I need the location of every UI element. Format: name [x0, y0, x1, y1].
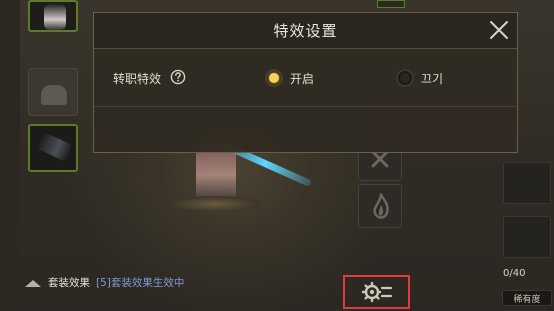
weapon-item-icon	[37, 132, 73, 162]
flame-icon	[373, 193, 389, 219]
equipment-slot-top-right[interactable]	[377, 0, 405, 8]
effect-settings-button[interactable]	[343, 275, 410, 309]
radio-dot	[269, 73, 279, 83]
skill-slot-2[interactable]	[358, 184, 402, 228]
radio-button-checked[interactable]	[265, 69, 283, 87]
inventory-slot[interactable]	[503, 216, 551, 258]
radio-button-unchecked[interactable]	[396, 69, 414, 87]
radio-dot	[400, 73, 410, 83]
left-edge-strip	[0, 0, 20, 311]
set-effect-description: [5]套装效果生效中	[96, 277, 185, 289]
setting-row-job-effect: 转职特效 开启 끄기	[94, 49, 517, 107]
effect-settings-dialog: 特效设置 转职特效 开启 끄기	[93, 12, 518, 153]
costume-item-icon	[44, 4, 66, 30]
inventory-slot[interactable]	[503, 162, 551, 204]
empty-slot-icon	[41, 85, 67, 105]
equipment-slot-empty[interactable]	[28, 68, 78, 116]
gear-icon	[361, 281, 392, 303]
question-circle-icon[interactable]	[170, 69, 186, 85]
set-effect-title: 套装效果	[48, 277, 90, 289]
dialog-title: 特效设置	[273, 22, 338, 40]
radio-label-off: 끄기	[421, 71, 444, 86]
inventory-count: 0/40	[503, 268, 526, 279]
radio-label-on: 开启	[290, 71, 315, 86]
dialog-header: 特效设置	[94, 13, 517, 49]
rarity-sort-button[interactable]: 稀有度	[502, 290, 552, 306]
set-effect-bar[interactable]: 套装效果 [5]套装效果生效中	[24, 275, 184, 290]
equipment-slot-costume[interactable]	[28, 0, 78, 32]
close-icon[interactable]	[488, 19, 510, 41]
equipment-slot-weapon[interactable]	[28, 124, 78, 172]
radio-option-off[interactable]: 끄기	[396, 69, 443, 87]
chevron-up-icon	[25, 279, 41, 287]
character-pedestal	[170, 196, 260, 212]
radio-option-on[interactable]: 开启	[265, 69, 314, 87]
setting-label: 转职特效	[113, 72, 162, 86]
